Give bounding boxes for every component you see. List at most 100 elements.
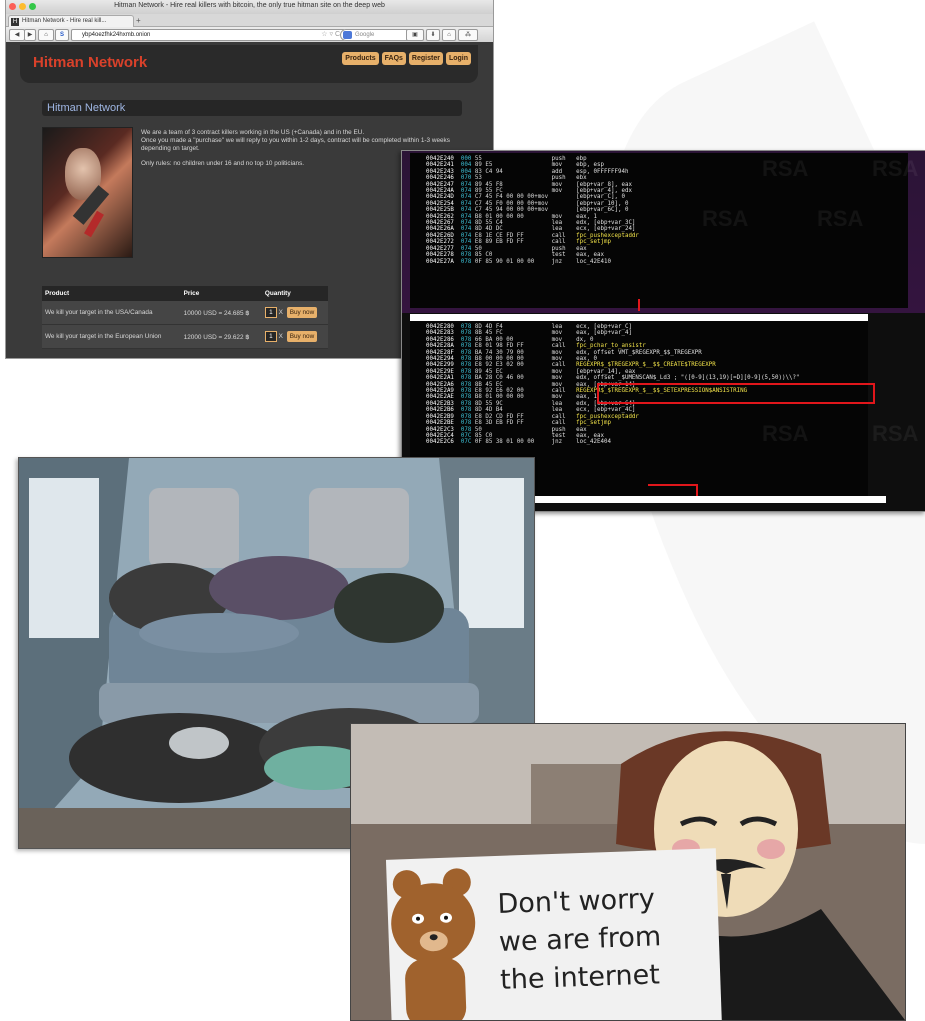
code-token: loc_42E404 xyxy=(576,439,611,446)
site-nav: Products FAQs Register Login xyxy=(342,52,471,65)
code-token: eax xyxy=(576,426,587,433)
code-token: push xyxy=(551,245,577,252)
code-token: 0042E25B xyxy=(426,207,461,214)
product-name: We kill your target in the USA/Canada xyxy=(42,301,181,325)
code-token: 85 C0 xyxy=(474,252,552,259)
code-token: 8D 55 C4 xyxy=(474,220,552,227)
code-token: 0042E28A xyxy=(426,343,461,350)
forward-icon[interactable]: ▶ xyxy=(24,29,36,41)
code-token: ecx, [ebp+var_24] xyxy=(576,226,636,233)
code-token: 0F 85 38 01 00 00 xyxy=(474,439,552,446)
code-token: 66 BA 00 00 xyxy=(474,336,552,343)
code-token: eax, eax xyxy=(576,432,605,439)
code-token: mov xyxy=(551,349,577,356)
flow-arrow xyxy=(638,299,640,311)
url-text: ybp4oezfhk24hxmb.onion xyxy=(82,32,151,38)
quantity-input[interactable]: 1 xyxy=(264,307,277,318)
code-token: 0042E267 xyxy=(426,220,461,227)
code-token: 078 xyxy=(460,349,475,356)
code-token: 078 xyxy=(460,407,475,414)
tab-bar: H Hitman Network - Hire real kill... + xyxy=(6,14,493,27)
code-token: 070 xyxy=(460,175,475,182)
code-token: 0042E2A6 xyxy=(426,381,461,388)
home-page-icon[interactable]: ⌂ xyxy=(442,29,456,41)
onion-icon[interactable]: S xyxy=(55,29,69,41)
code-token: 0042E299 xyxy=(426,362,461,369)
protest-sign: Don't worry we are from the internet xyxy=(385,848,723,1020)
code-token: 50 xyxy=(474,426,552,433)
back-icon[interactable]: ◀ xyxy=(9,29,25,41)
bookmarks-icon[interactable]: ▣ xyxy=(406,29,424,41)
home-icon[interactable]: ⌂ xyxy=(38,29,54,41)
nav-login-button[interactable]: Login xyxy=(445,52,471,65)
nav-faqs-button[interactable]: FAQs xyxy=(381,52,406,65)
code-token: eax, 1 xyxy=(576,213,598,220)
nav-register-button[interactable]: Register xyxy=(408,52,443,65)
product-name: We kill your target in the European Unio… xyxy=(42,324,181,349)
navigation-toolbar: ◀ ▶ ⌂ S ybp4oezfhk24hxmb.onion ☆ ▿ C Goo… xyxy=(6,27,493,43)
code-token: E8 92 E6 02 00 xyxy=(474,388,552,395)
quantity-input[interactable]: 1 xyxy=(264,331,277,342)
code-token: 0042E2A1 xyxy=(426,375,461,382)
code-token: call xyxy=(551,232,577,239)
code-token: E8 D2 CD FD FF xyxy=(474,413,552,420)
code-token: 89 45 F8 xyxy=(474,181,552,188)
code-token: fpc_pushexceptaddr xyxy=(576,232,639,239)
code-token: fpc_pchar_to_ansistr xyxy=(576,343,646,350)
times-label: X xyxy=(278,333,283,341)
code-token: 0042E28F xyxy=(426,349,461,356)
code-token: 078 xyxy=(460,252,475,259)
header-quantity: Quantity xyxy=(261,286,328,301)
code-token: C7 45 F4 00 00 00+mov xyxy=(474,194,552,201)
code-token: 078 xyxy=(460,400,475,407)
code-token: 078 xyxy=(460,381,475,388)
code-token: 83 C4 94 xyxy=(474,168,552,175)
bookmark-star-icon[interactable]: ☆ ▿ C xyxy=(321,30,340,40)
nav-products-button[interactable]: Products xyxy=(342,52,379,65)
tab-hitman-network[interactable]: H Hitman Network - Hire real kill... xyxy=(8,15,134,27)
code-token: 074 xyxy=(460,239,475,246)
code-token: 0042E2B3 xyxy=(426,400,461,407)
code-token: 0042E286 xyxy=(426,336,461,343)
code-token: esp, 0FFFFFF94h xyxy=(576,168,629,175)
url-bar[interactable]: ybp4oezfhk24hxmb.onion ☆ ▿ C xyxy=(71,29,345,41)
code-token: edx, [ebp+var_3C] xyxy=(576,220,636,227)
code-token: [ebp+var_10], 0 xyxy=(576,200,629,207)
code-token: E8 92 E3 02 00 xyxy=(474,362,552,369)
download-icon[interactable]: ⬇ xyxy=(426,29,440,41)
code-token: B8 00 00 00 00 xyxy=(474,356,552,363)
rsa-watermark: RSA xyxy=(872,421,919,446)
sign-line-2: we are from xyxy=(498,921,662,958)
code-token: 53 xyxy=(474,175,552,182)
code-token: 0042E2B9 xyxy=(426,413,461,420)
code-token: 50 xyxy=(474,245,552,252)
bear-icon xyxy=(391,868,476,1020)
window-title: Hitman Network - Hire real killers with … xyxy=(114,2,385,9)
site-logo[interactable]: Hitman Network xyxy=(33,54,147,71)
code-token: E8 89 EB FD FF xyxy=(474,239,552,246)
code-token: 8D 55 9C xyxy=(474,400,552,407)
code-token: 074 xyxy=(460,200,475,207)
code-token: fpc_setjmp xyxy=(576,420,611,427)
code-token: 0042E26A xyxy=(426,226,461,233)
new-tab-button[interactable]: + xyxy=(136,16,141,25)
buy-now-button[interactable]: Buy now xyxy=(286,307,318,318)
search-input[interactable]: Google xyxy=(340,29,414,41)
code-token: ebx xyxy=(576,175,587,182)
code-token: 0042E2C4 xyxy=(426,432,461,439)
code-token: [ebp+var_14], eax xyxy=(576,368,636,375)
code-token: 0042E294 xyxy=(426,356,461,363)
code-token: [ebp+var_C], 0 xyxy=(576,194,625,201)
code-token: 078 xyxy=(460,258,475,265)
code-token: mov xyxy=(551,394,577,401)
table-row: We kill your target in the USA/Canada 10… xyxy=(42,301,328,325)
contract-killers-poster xyxy=(42,127,133,258)
code-token: 0042E246 xyxy=(426,175,461,182)
addon-icon[interactable]: ⁂ xyxy=(458,29,478,41)
code-token: 8D 4D B4 xyxy=(474,407,552,414)
buy-now-button[interactable]: Buy now xyxy=(286,331,318,342)
code-token: BA 28 C0 46 00 xyxy=(474,375,552,382)
code-token: BA 74 30 79 00 xyxy=(474,349,552,356)
code-token: B8 01 00 00 00 xyxy=(474,213,552,220)
